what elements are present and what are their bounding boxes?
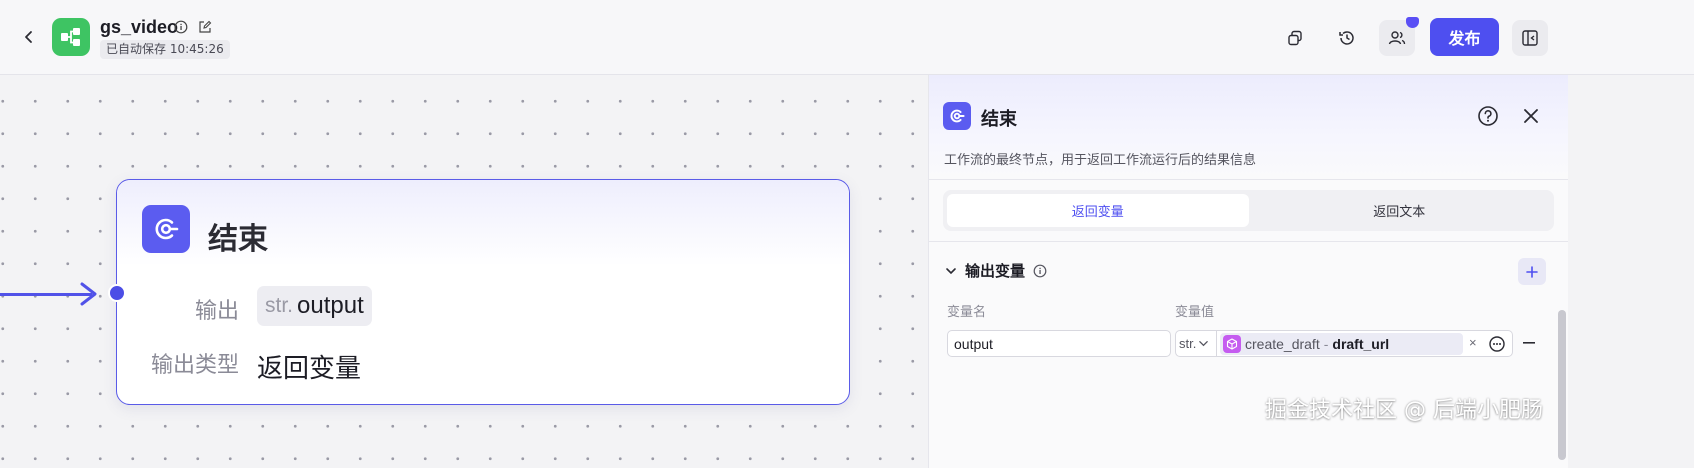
right-gutter — [1568, 75, 1694, 468]
output-label: 输出 — [194, 299, 239, 324]
section-title: 输出变量 — [965, 262, 1026, 280]
clear-icon[interactable]: × — [1469, 335, 1477, 350]
cube-icon — [1223, 335, 1241, 353]
variable-name-input[interactable] — [947, 330, 1171, 357]
info-icon[interactable] — [1033, 264, 1047, 278]
reference-node-name: create_draft — [1245, 336, 1320, 352]
column-header-value: 变量值 — [1175, 305, 1215, 320]
output-kind-label: 输出类型 — [150, 353, 239, 378]
chevron-down-icon — [1199, 341, 1209, 347]
copy-icon[interactable] — [1277, 20, 1313, 56]
chevron-down-icon — [946, 267, 956, 274]
collaborators-icon[interactable] — [1379, 17, 1419, 56]
reference-variable-name: draft_url — [1332, 336, 1390, 352]
panel-scrollbar[interactable] — [1558, 310, 1566, 460]
edge-arrow-icon — [80, 282, 97, 306]
close-icon[interactable] — [1521, 106, 1541, 126]
reference-chip: create_draft - draft_url — [1220, 333, 1463, 355]
divider — [929, 241, 1568, 242]
autosave-status: 已自动保存 10:45:26 — [100, 40, 230, 59]
tab-return-variable[interactable]: 返回变量 — [947, 194, 1249, 227]
info-icon[interactable] — [173, 19, 189, 35]
sidebar-toggle-icon[interactable] — [1512, 20, 1548, 56]
variable-type-select[interactable]: str. — [1175, 330, 1217, 357]
plus-icon — [1526, 265, 1538, 278]
add-variable-button[interactable] — [1518, 258, 1546, 285]
end-node-icon — [943, 102, 971, 130]
collaborators-badge — [1406, 17, 1419, 28]
variable-reference-field[interactable]: create_draft - draft_url × — [1217, 330, 1513, 357]
edit-icon[interactable] — [197, 19, 213, 35]
end-node[interactable]: 结束 输出 str. output 输出类型 返回变量 — [108, 179, 850, 405]
output-name: output — [297, 292, 364, 319]
end-node-icon — [142, 205, 190, 253]
input-port[interactable] — [108, 284, 126, 302]
app-name: gs_video — [100, 17, 179, 37]
output-variables-section-toggle[interactable]: 输出变量 — [945, 260, 1047, 281]
top-bar: gs_video 已自动保存 10:45:26 发布 — [0, 0, 1694, 75]
reference-separator: - — [1323, 336, 1329, 352]
divider — [929, 179, 1568, 180]
workflow-canvas[interactable]: 结束 输出 str. output 输出类型 返回变量 — [0, 75, 928, 468]
tab-return-text[interactable]: 返回文本 — [1249, 194, 1551, 227]
help-icon[interactable] — [1477, 105, 1499, 127]
remove-variable-button[interactable] — [1521, 333, 1537, 353]
output-variable-chip: str. output — [257, 286, 372, 326]
variable-picker-icon[interactable] — [1488, 335, 1506, 353]
output-mode-tabs: 返回变量 返回文本 — [943, 190, 1554, 231]
variable-type: str. — [1179, 336, 1197, 351]
publish-button[interactable]: 发布 — [1430, 18, 1499, 56]
workflow-icon — [52, 18, 90, 56]
output-kind-value: 返回变量 — [257, 354, 362, 384]
back-icon[interactable] — [18, 26, 40, 48]
minus-icon — [1523, 342, 1535, 344]
output-type: str. — [265, 294, 294, 317]
panel-description: 工作流的最终节点，用于返回工作流运行后的结果信息 — [944, 153, 1257, 168]
node-title: 结束 — [208, 222, 268, 257]
column-header-name: 变量名 — [947, 305, 987, 320]
history-icon[interactable] — [1329, 20, 1365, 56]
panel-title: 结束 — [981, 109, 1017, 130]
watermark: 掘金技术社区 @ 后端小肥肠 — [1265, 398, 1543, 423]
